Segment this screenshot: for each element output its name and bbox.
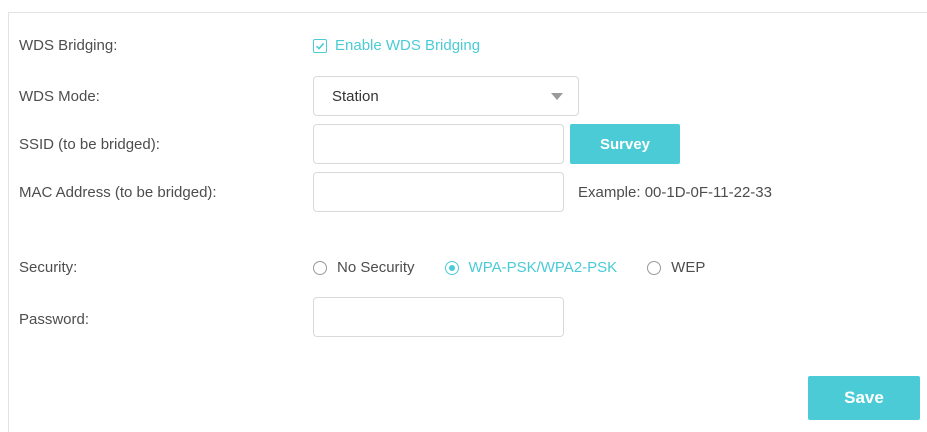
password-label: Password: <box>19 311 90 328</box>
enable-wds-bridging-checkbox[interactable]: Enable WDS Bridging <box>313 37 480 54</box>
security-option-label: No Security <box>337 259 415 276</box>
security-label: Security: <box>19 259 78 276</box>
wds-mode-select[interactable]: Station <box>313 76 579 116</box>
security-option-label: WPA-PSK/WPA2-PSK <box>468 259 618 276</box>
chevron-down-icon <box>551 92 563 100</box>
enable-wds-bridging-label: Enable WDS Bridging <box>335 37 481 54</box>
checkbox-checked-icon[interactable] <box>313 38 327 53</box>
wds-settings-panel <box>8 12 927 432</box>
wds-bridging-label: WDS Bridging: <box>19 37 118 54</box>
mac-address-label: MAC Address (to be bridged): <box>19 184 217 201</box>
ssid-input[interactable] <box>313 124 564 164</box>
survey-button[interactable]: Survey <box>570 124 680 164</box>
radio-unchecked-icon[interactable] <box>647 260 662 275</box>
radio-unchecked-icon[interactable] <box>313 260 327 275</box>
wds-mode-label: WDS Mode: <box>19 88 100 105</box>
password-input[interactable] <box>313 297 564 337</box>
security-option-label: WEP <box>671 259 706 276</box>
security-option-no-security[interactable]: No Security <box>313 259 415 276</box>
mac-address-example-hint: Example: 00-1D-0F-11-22-33 <box>578 184 772 201</box>
wds-mode-selected-value: Station <box>332 87 379 105</box>
ssid-label: SSID (to be bridged): <box>19 136 160 153</box>
security-option-wpa-psk[interactable]: WPA-PSK/WPA2-PSK <box>444 259 618 276</box>
save-button[interactable]: Save <box>808 376 920 420</box>
radio-checked-icon[interactable] <box>444 260 459 275</box>
security-option-wep[interactable]: WEP <box>647 259 705 276</box>
security-radio-group: No Security WPA-PSK/WPA2-PSK WEP <box>313 259 735 276</box>
mac-address-input[interactable] <box>313 172 564 212</box>
